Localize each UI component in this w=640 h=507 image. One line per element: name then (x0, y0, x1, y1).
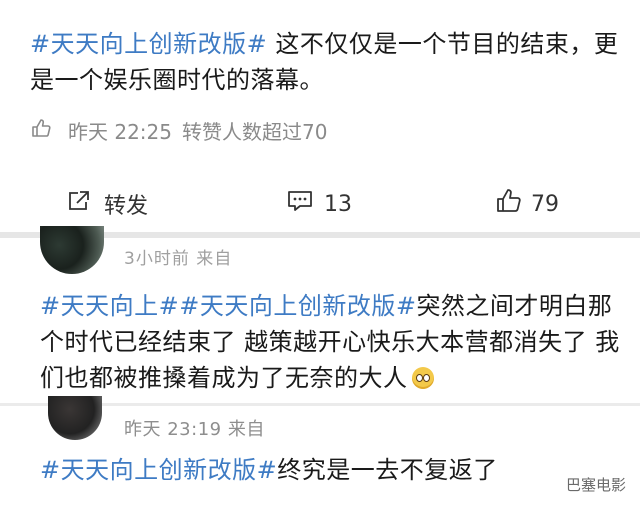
avatar[interactable] (48, 396, 102, 440)
thumbs-up-icon (30, 117, 52, 144)
comment-body: 终究是一去不复返了 (277, 456, 498, 484)
repost-icon (66, 188, 92, 220)
hashtag-link[interactable]: #天天向上创新改版# (40, 456, 277, 484)
repost-label: 转发 (104, 194, 149, 219)
post-meta: 昨天 22:25 转赞人数超过70 (30, 115, 327, 145)
comment-count: 13 (324, 191, 352, 217)
pleading-face-emoji-icon (411, 367, 434, 389)
likes-summary: 转赞人数超过70 (182, 119, 328, 144)
comment-button[interactable]: 13 (286, 182, 352, 226)
comment-text: #天天向上创新改版#终究是一去不复返了 (40, 452, 630, 488)
action-bar: 转发 13 79 (0, 182, 640, 226)
repost-button[interactable]: 转发 (66, 182, 148, 226)
thumbs-up-icon (495, 187, 523, 221)
comment-meta: 昨天 23:19 来自 (124, 419, 265, 440)
comment-meta: 3小时前 来自 (124, 249, 233, 269)
comment-icon (286, 188, 314, 220)
hashtag-link[interactable]: #天天向上# (40, 292, 179, 320)
hashtag-link[interactable]: #天天向上创新改版# (30, 30, 267, 58)
post-text: #天天向上创新改版# 这不仅仅是一个节目的结束，更是一个娱乐圈时代的落幕。 (30, 26, 620, 98)
avatar[interactable] (40, 226, 104, 274)
hashtag-link[interactable]: #天天向上创新改版# (179, 292, 416, 320)
watermark: 巴塞电影 (565, 476, 626, 494)
like-count: 79 (531, 191, 559, 217)
post-time: 昨天 22:25 (68, 119, 172, 144)
like-button[interactable]: 79 (495, 182, 559, 226)
comment-text: #天天向上##天天向上创新改版#突然之间才明白那个时代已经结束了 越策越开心快乐… (40, 288, 630, 396)
